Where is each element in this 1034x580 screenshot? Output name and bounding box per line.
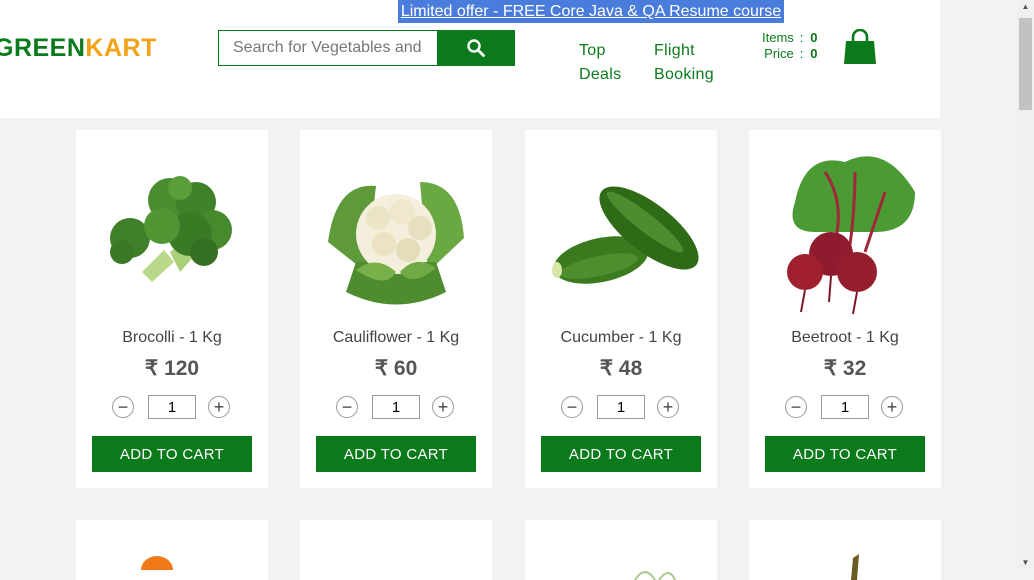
search-bar [218,30,515,66]
cucumber-image [552,186,699,284]
decrement-button[interactable]: − [336,396,358,418]
product-name: Cauliflower - 1 Kg [332,329,460,346]
vegetable-image [634,571,676,580]
scroll-down-arrow-icon[interactable]: ▼ [1017,556,1034,570]
product-card-partial [300,520,492,580]
cart-price-label: Price [764,46,794,61]
cart-summary: Items : 0 Price : 0 [762,30,818,61]
promo-banner-link[interactable]: Limited offer - FREE Core Java & QA Resu… [398,0,784,23]
product-card-cauliflower: Cauliflower - 1 Kg ₹ 60 − + ADD TO CART [300,130,492,488]
logo-green-text: GREEN [0,34,86,62]
broccoli-image [110,176,232,282]
nav-top-deals-link[interactable]: Top Deals [579,39,621,87]
product-price: ₹ 60 [374,357,418,380]
add-to-cart-button[interactable]: ADD TO CART [765,436,925,472]
product-card-partial [749,520,941,580]
quantity-stepper: − + [336,395,456,421]
add-to-cart-button[interactable]: ADD TO CART [92,436,252,472]
decrement-button[interactable]: − [561,396,583,418]
quantity-stepper: − + [112,395,232,421]
add-to-cart-button[interactable]: ADD TO CART [541,436,701,472]
product-price: ₹ 48 [599,357,643,380]
scrollbar-thumb[interactable] [1019,18,1032,110]
product-name: Beetroot - 1 Kg [791,329,899,346]
product-card-beetroot: Beetroot - 1 Kg ₹ 32 − + ADD TO CART [749,130,941,488]
product-card-brocolli: Brocolli - 1 Kg ₹ 120 − + ADD TO CART [76,130,268,488]
quantity-input[interactable] [148,395,196,419]
increment-button[interactable]: + [657,396,679,418]
nav-flight-booking-line1: Flight [654,42,695,59]
decrement-button[interactable]: − [112,396,134,418]
vertical-scrollbar[interactable]: ▲ ▼ [1017,0,1034,570]
quantity-stepper: − + [561,395,681,421]
product-price: ₹ 120 [144,357,200,380]
product-name: Brocolli - 1 Kg [122,329,222,346]
quantity-stepper: − + [785,395,905,421]
product-price: ₹ 32 [823,357,867,380]
quantity-input[interactable] [597,395,645,419]
increment-button[interactable]: + [208,396,230,418]
increment-button[interactable]: + [432,396,454,418]
search-icon [467,39,485,57]
increment-button[interactable]: + [881,396,903,418]
cart-items-count: 0 [810,30,818,45]
product-card-cucumber: Cucumber - 1 Kg ₹ 48 − + ADD TO CART [525,130,717,488]
cart-bag-icon[interactable] [843,29,877,65]
cart-items-label: Items [762,30,794,45]
nav-top-deals-line2: Deals [579,66,622,83]
search-input[interactable] [218,30,437,66]
beetroot-image [787,156,915,315]
scroll-up-arrow-icon[interactable]: ▲ [1017,0,1034,14]
carrot-image [141,556,173,570]
logo-kart-text: KART [85,34,157,62]
vegetable-image [851,554,859,580]
nav-flight-booking-link[interactable]: Flight Booking [654,39,714,87]
brand-logo[interactable]: GREENKART [0,34,157,63]
nav-flight-booking-line2: Booking [654,66,714,83]
product-card-partial [76,520,268,580]
quantity-input[interactable] [372,395,420,419]
add-to-cart-button[interactable]: ADD TO CART [316,436,476,472]
product-card-partial [525,520,717,580]
product-name: Cucumber - 1 Kg [560,329,682,346]
cart-price-total: 0 [810,46,818,61]
quantity-input[interactable] [821,395,869,419]
cauliflower-image [328,182,464,305]
search-button[interactable] [437,30,515,66]
decrement-button[interactable]: − [785,396,807,418]
nav-top-deals-line1: Top [579,42,606,59]
